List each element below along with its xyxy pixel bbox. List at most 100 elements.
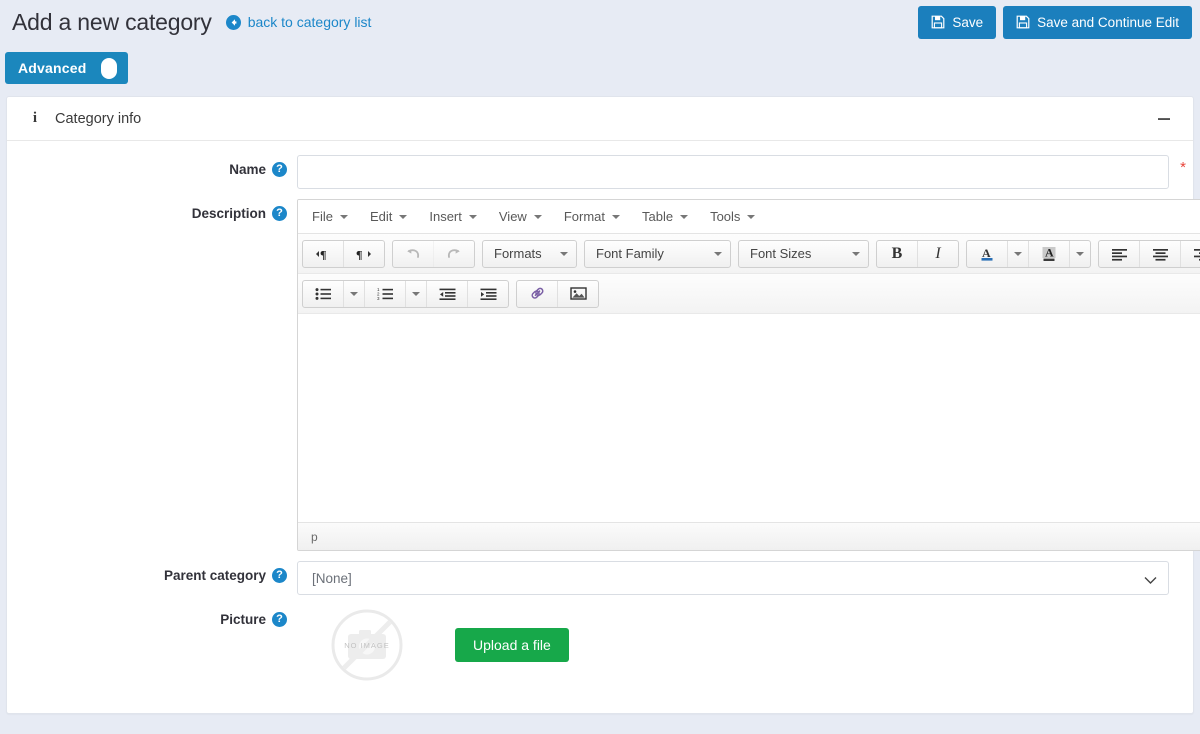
bold-label: B [891, 244, 903, 262]
color-group: A A [966, 239, 1091, 268]
numbered-list-icon[interactable]: 1 2 3 [364, 280, 405, 307]
question-mark-icon[interactable]: ? [272, 162, 287, 177]
name-label-wrap: Name ? [7, 155, 297, 177]
advanced-mode-toggle[interactable]: Advanced [5, 52, 128, 84]
category-info-panel: i Category info Name ? * Description ? F… [6, 96, 1200, 714]
menu-view[interactable]: View [488, 205, 553, 228]
font-family-label: Font Family [596, 246, 664, 261]
undo-icon[interactable] [393, 240, 434, 267]
category-info-panel-header[interactable]: i Category info [7, 97, 1193, 141]
formats-dropdown[interactable]: Formats [482, 239, 577, 268]
floppy-save-icon [931, 15, 945, 29]
align-right-icon[interactable] [1181, 241, 1200, 267]
font-family-dropdown-value[interactable]: Font Family [585, 241, 730, 267]
save-button[interactable]: Save [918, 5, 997, 39]
bullet-list-dropdown[interactable] [343, 280, 364, 307]
history-group [392, 239, 475, 268]
chevron-down-icon [1076, 251, 1084, 256]
font-sizes-dropdown-value[interactable]: Font Sizes [739, 241, 868, 267]
menu-file[interactable]: File [301, 205, 359, 228]
question-mark-icon[interactable]: ? [272, 206, 287, 221]
italic-icon[interactable]: I [918, 241, 958, 267]
indent-icon[interactable] [468, 281, 508, 307]
menu-insert[interactable]: Insert [418, 205, 488, 228]
align-center-icon[interactable] [1140, 240, 1181, 267]
menu-file-label: File [312, 209, 333, 224]
rich-text-editor: File Edit Insert View Format Table Tools… [297, 199, 1200, 551]
chevron-down-icon [560, 251, 568, 256]
description-label-wrap: Description ? [7, 199, 297, 221]
no-image-placeholder: NO IMAGE [331, 609, 403, 681]
floppy-save-icon [1016, 15, 1030, 29]
editor-content-area[interactable] [298, 314, 1200, 522]
menu-edit[interactable]: Edit [359, 205, 418, 228]
back-to-category-list-label: back to category list [247, 14, 372, 30]
back-to-category-list-link[interactable]: back to category list [225, 14, 372, 30]
font-sizes-dropdown[interactable]: Font Sizes [738, 239, 869, 268]
description-label: Description [191, 206, 266, 221]
insert-image-icon[interactable] [558, 281, 598, 307]
editor-statusbar: p [298, 522, 1200, 550]
parent-category-select[interactable]: [None] [297, 561, 1169, 595]
bullet-list-icon[interactable] [303, 281, 343, 307]
outdent-icon[interactable] [426, 280, 468, 307]
picture-label: Picture [220, 612, 266, 627]
menu-edit-label: Edit [369, 209, 393, 224]
background-color-icon[interactable]: A [1028, 240, 1069, 267]
menu-format-label: Format [563, 209, 605, 224]
redo-icon[interactable] [434, 241, 474, 267]
chevron-down-icon [1014, 251, 1022, 256]
form-row-picture: Picture ? NO IMAGE Upload a file [7, 605, 1193, 681]
bold-icon[interactable]: B [877, 240, 918, 267]
question-mark-icon[interactable]: ? [272, 568, 287, 583]
upload-a-file-button[interactable]: Upload a file [455, 628, 569, 662]
formats-dropdown-value[interactable]: Formats [483, 241, 576, 267]
minus-icon[interactable] [1153, 108, 1175, 130]
save-and-continue-edit-label: Save and Continue Edit [1037, 14, 1179, 30]
form-row-description: Description ? File Edit Insert View Form… [7, 199, 1200, 551]
advanced-toggle-bar: Advanced [0, 44, 1200, 96]
menu-format[interactable]: Format [553, 205, 631, 228]
panel-title: Category info [55, 110, 142, 127]
menu-table-label: Table [642, 209, 674, 224]
editor-element-path[interactable]: p [311, 530, 318, 544]
align-left-icon[interactable] [1099, 240, 1140, 267]
header-actions: Save Save and Continue Edit [918, 5, 1196, 39]
editor-menubar: File Edit Insert View Format Table Tools [298, 200, 1200, 234]
font-family-dropdown[interactable]: Font Family [584, 239, 731, 268]
link-icon[interactable] [517, 280, 558, 307]
svg-text:A: A [1045, 246, 1054, 260]
editor-toolbar-row-2: 1 2 3 [298, 274, 1200, 314]
background-color-dropdown[interactable] [1069, 240, 1090, 267]
chevron-down-icon [339, 214, 348, 219]
question-mark-icon[interactable]: ? [272, 612, 287, 627]
rtl-icon[interactable]: ¶ [344, 241, 384, 267]
menu-insert-label: Insert [429, 209, 462, 224]
info-icon: i [32, 110, 38, 126]
chevron-down-icon [533, 214, 542, 219]
text-color-icon[interactable]: A [967, 241, 1007, 267]
advanced-toggle-label: Advanced [18, 60, 87, 76]
menu-table[interactable]: Table [631, 205, 699, 228]
toggle-knob-icon [100, 57, 117, 79]
form-row-name: Name ? * [7, 155, 1193, 189]
text-color-dropdown[interactable] [1007, 240, 1028, 267]
chevron-down-icon [680, 214, 689, 219]
save-button-label: Save [952, 14, 984, 30]
direction-group: ¶ ¶ [302, 239, 385, 268]
svg-text:¶: ¶ [320, 247, 326, 261]
arrow-circle-left-icon [225, 14, 241, 30]
ltr-icon[interactable]: ¶ [303, 240, 344, 267]
numbered-list-dropdown[interactable] [405, 280, 426, 307]
name-input[interactable] [297, 155, 1169, 189]
category-info-panel-body: Name ? * Description ? File Edit Insert … [7, 141, 1200, 681]
formats-label: Formats [494, 246, 542, 261]
picture-area: NO IMAGE Upload a file [297, 605, 1169, 681]
name-control-wrap: * [297, 155, 1193, 189]
editor-toolbar-row-1: ¶ ¶ Formats Font Family Font Sizes B I A… [298, 234, 1200, 274]
italic-label: I [935, 244, 941, 262]
list-indent-group: 1 2 3 [302, 279, 509, 308]
menu-tools[interactable]: Tools [699, 205, 766, 228]
form-row-parent-category: Parent category ? [None] [7, 561, 1193, 595]
save-and-continue-edit-button[interactable]: Save and Continue Edit [1003, 5, 1192, 39]
